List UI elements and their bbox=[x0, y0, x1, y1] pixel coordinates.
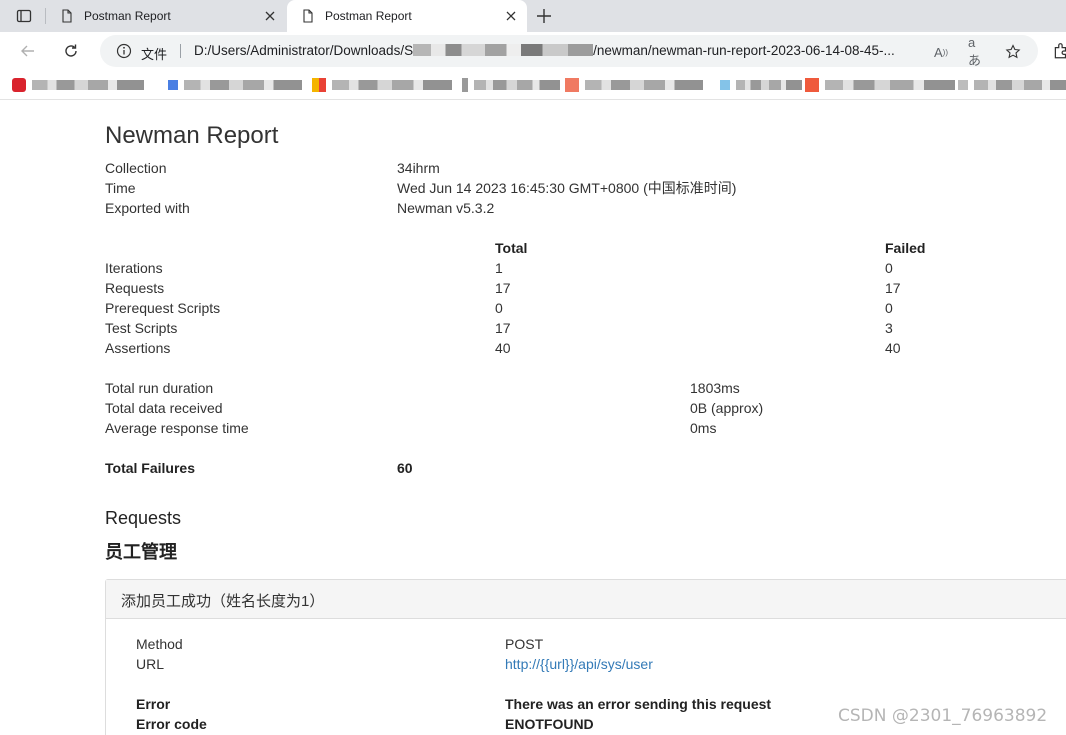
timing-value: 0B (approx) bbox=[690, 400, 764, 416]
reload-icon[interactable] bbox=[59, 39, 83, 63]
timing-label: Total run duration bbox=[105, 380, 214, 396]
address-bar[interactable]: 文件 D:/Users/Administrator/Downloads/S/ne… bbox=[100, 35, 1038, 68]
error-code-label: Error code bbox=[136, 716, 207, 732]
summary-total: 40 bbox=[495, 340, 511, 356]
browser-tab-active[interactable]: Postman Report bbox=[287, 0, 527, 32]
request-panel-heading[interactable]: 添加员工成功（姓名长度为1） bbox=[106, 580, 1066, 619]
translate-icon[interactable]: aあ bbox=[968, 35, 986, 68]
error-value: There was an error sending this request bbox=[505, 696, 772, 712]
meta-value: Newman v5.3.2 bbox=[397, 200, 495, 216]
favorites-bar bbox=[0, 70, 1066, 100]
total-header: Total bbox=[495, 240, 528, 256]
page-title: Newman Report bbox=[105, 122, 279, 149]
meta-value: Wed Jun 14 2023 16:45:30 GMT+0800 (中国标准时… bbox=[397, 180, 737, 196]
url-label: URL bbox=[136, 656, 165, 672]
close-tab-icon[interactable] bbox=[503, 8, 519, 24]
error-label: Error bbox=[136, 696, 171, 712]
timing-label: Average response time bbox=[105, 420, 249, 436]
favorite-item[interactable] bbox=[462, 78, 560, 92]
meta-value: 34ihrm bbox=[397, 160, 440, 176]
security-label: 文件 bbox=[141, 47, 168, 62]
summary-total: 0 bbox=[495, 300, 503, 316]
favorite-item[interactable] bbox=[565, 78, 703, 92]
error-code-value: ENOTFOUND bbox=[505, 716, 594, 732]
address-divider bbox=[180, 44, 181, 58]
summary-label: Requests bbox=[105, 280, 165, 296]
summary-failed: 40 bbox=[885, 340, 901, 356]
request-url-link[interactable]: http://{{url}}/api/sys/user bbox=[505, 654, 653, 674]
watermark: CSDN @2301_76963892 bbox=[838, 706, 1048, 726]
favorite-item[interactable] bbox=[168, 78, 302, 92]
read-aloud-icon[interactable]: A)) bbox=[932, 43, 950, 61]
summary-label: Test Scripts bbox=[105, 320, 178, 336]
favorite-item[interactable] bbox=[958, 78, 1066, 92]
summary-total: 17 bbox=[495, 280, 511, 296]
meta-label: Collection bbox=[105, 160, 167, 176]
summary-failed: 0 bbox=[885, 260, 893, 276]
total-failures-value: 60 bbox=[397, 460, 413, 476]
info-icon[interactable] bbox=[116, 43, 132, 59]
folder-heading: 员工管理 bbox=[105, 542, 177, 562]
summary-failed: 3 bbox=[885, 320, 893, 336]
meta-label: Time bbox=[105, 180, 136, 196]
method-value: POST bbox=[505, 636, 544, 652]
tab-title: Postman Report bbox=[84, 9, 171, 23]
summary-total: 17 bbox=[495, 320, 511, 336]
url-suffix: /newman/newman-run-report-2023-06-14-08-… bbox=[593, 43, 895, 58]
requests-heading: Requests bbox=[105, 508, 182, 528]
total-failures-label: Total Failures bbox=[105, 460, 195, 476]
document-icon bbox=[62, 9, 72, 23]
add-favorite-icon[interactable] bbox=[1004, 43, 1022, 61]
redacted-path bbox=[413, 44, 594, 56]
favorite-item[interactable] bbox=[720, 78, 802, 92]
favorite-item[interactable] bbox=[805, 78, 955, 92]
summary-label: Assertions bbox=[105, 340, 171, 356]
request-name: 添加员工成功（姓名长度为1） bbox=[121, 593, 325, 610]
tab-actions-icon[interactable] bbox=[8, 4, 40, 28]
summary-label: Prerequest Scripts bbox=[105, 300, 221, 316]
browser-toolbar: 文件 D:/Users/Administrator/Downloads/S/ne… bbox=[0, 32, 1066, 70]
tab-title: Postman Report bbox=[325, 9, 412, 23]
summary-failed: 0 bbox=[885, 300, 893, 316]
extensions-icon[interactable] bbox=[1052, 42, 1066, 60]
meta-label: Exported with bbox=[105, 200, 190, 216]
favorite-item[interactable] bbox=[12, 78, 144, 92]
timing-label: Total data received bbox=[105, 400, 223, 416]
document-icon bbox=[303, 9, 313, 23]
favorite-item[interactable] bbox=[312, 78, 452, 92]
new-tab-icon[interactable] bbox=[532, 4, 556, 28]
summary-total: 1 bbox=[495, 260, 503, 276]
back-icon[interactable] bbox=[16, 39, 40, 63]
summary-failed: 17 bbox=[885, 280, 901, 296]
method-label: Method bbox=[136, 636, 183, 652]
close-tab-icon[interactable] bbox=[262, 8, 278, 24]
url-text[interactable]: D:/Users/Administrator/Downloads/S/newma… bbox=[194, 43, 924, 58]
summary-label: Iterations bbox=[105, 260, 163, 276]
failed-header: Failed bbox=[885, 240, 926, 256]
timing-value: 1803ms bbox=[690, 380, 740, 396]
browser-tab[interactable]: Postman Report bbox=[46, 0, 286, 32]
timing-value: 0ms bbox=[690, 420, 717, 436]
tab-strip: Postman Report Postman Report bbox=[0, 0, 1066, 32]
url-prefix: D:/Users/Administrator/Downloads/S bbox=[194, 43, 414, 58]
